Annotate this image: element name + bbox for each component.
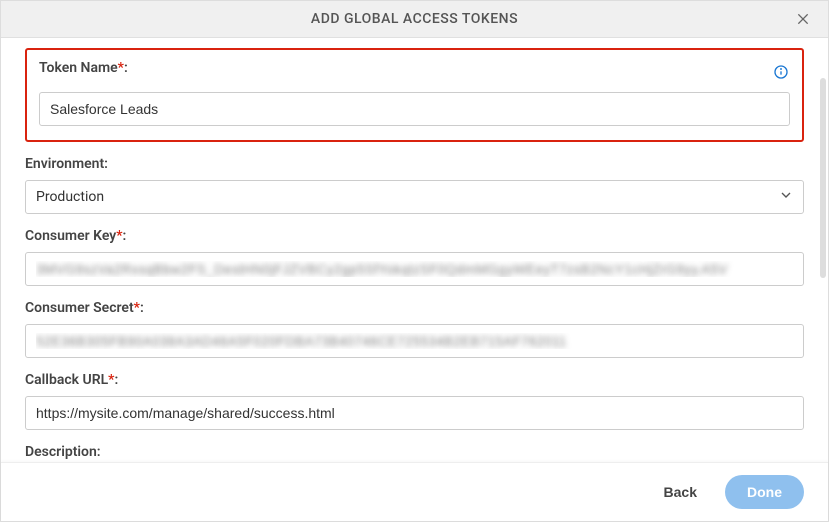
environment-label: Environment: [25,156,804,172]
consumer-secret-input[interactable] [25,324,804,358]
token-name-group-highlight: Token Name*: [25,48,804,142]
modal-body: Token Name*: Environment: Production Con… [1,38,828,462]
callback-url-input[interactable] [25,396,804,430]
modal-header: ADD GLOBAL ACCESS TOKENS [1,1,828,38]
callback-url-group: Callback URL*: [25,372,804,430]
consumer-secret-label: Consumer Secret*: [25,300,804,316]
scrollbar[interactable] [820,78,826,278]
label-colon: : [140,300,144,316]
callback-url-label-text: Callback URL [25,372,108,388]
back-button[interactable]: Back [652,476,709,508]
callback-url-label: Callback URL*: [25,372,804,388]
token-name-input[interactable] [39,92,790,126]
consumer-key-input[interactable] [25,252,804,286]
environment-select-wrap: Production [25,180,804,214]
done-button[interactable]: Done [725,475,804,509]
label-colon: : [114,372,118,388]
description-label: Description: [25,444,804,460]
consumer-secret-label-text: Consumer Secret [25,300,134,316]
modal-title: ADD GLOBAL ACCESS TOKENS [311,11,518,27]
token-name-label: Token Name*: [39,60,128,76]
consumer-key-group: Consumer Key*: [25,228,804,286]
close-button[interactable] [794,10,812,28]
consumer-secret-group: Consumer Secret*: [25,300,804,358]
consumer-key-label: Consumer Key*: [25,228,804,244]
token-name-label-text: Token Name [39,60,118,76]
label-colon: : [123,228,127,244]
add-global-access-tokens-modal: ADD GLOBAL ACCESS TOKENS Token Name*: En… [0,0,829,522]
token-name-label-row: Token Name*: [39,60,790,84]
environment-select[interactable]: Production [25,180,804,214]
description-group: Description: [25,444,804,462]
label-colon: : [124,60,128,76]
consumer-key-label-text: Consumer Key [25,228,116,244]
modal-footer: Back Done [1,462,828,521]
close-icon [795,11,811,27]
environment-group: Environment: Production [25,156,804,214]
info-icon[interactable] [772,63,790,81]
